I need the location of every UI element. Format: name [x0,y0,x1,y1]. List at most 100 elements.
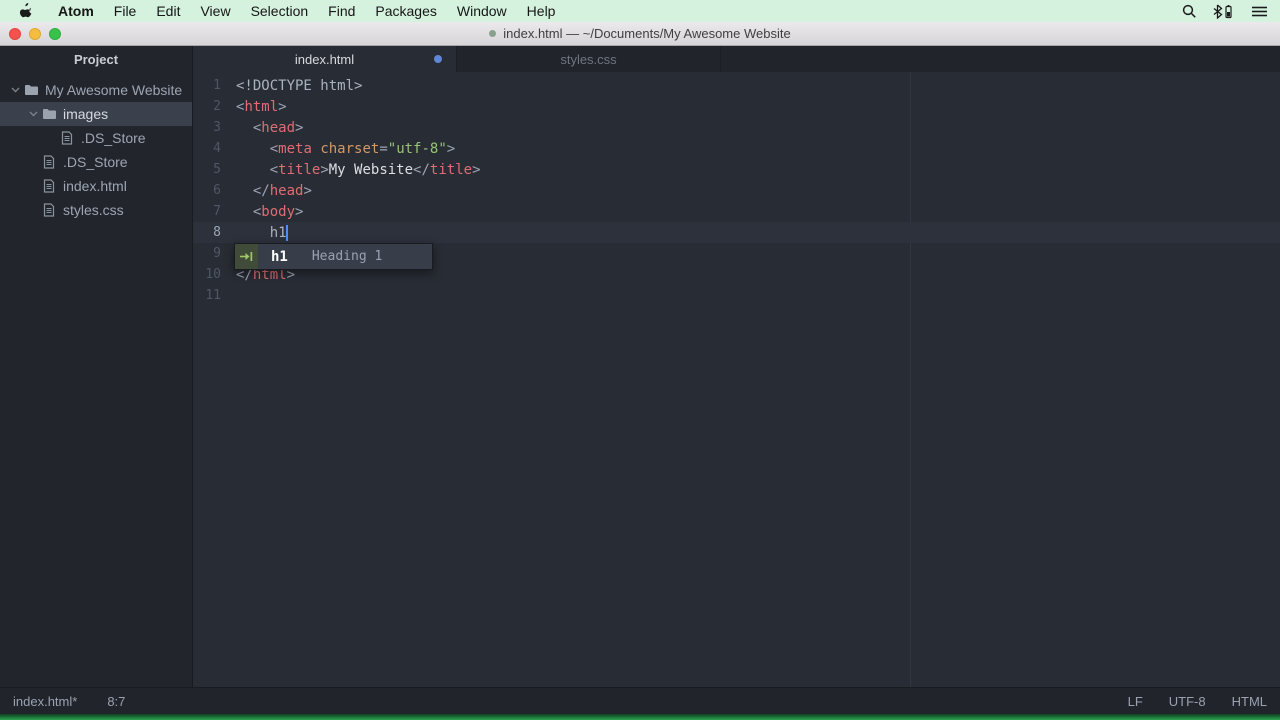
tab-index-html[interactable]: index.html [193,46,457,72]
status-utf-8[interactable]: UTF-8 [1169,694,1206,709]
autocomplete-popup[interactable]: h1 Heading 1 [234,243,433,270]
file-icon [41,179,57,193]
code-text: <html> [221,99,287,115]
code-text: <title>My Website</title> [221,162,481,178]
chevron-down-icon [8,87,23,93]
project-panel-header: Project [0,46,192,72]
macos-menu-bar: AtomFileEditViewSelectionFindPackagesWin… [0,0,1280,22]
apple-icon[interactable] [20,3,36,19]
line-number: 4 [193,141,221,156]
code-token: > [320,162,328,178]
tree-item-label: index.html [63,178,127,194]
menu-atom[interactable]: Atom [48,0,104,22]
code-token: < [236,120,261,136]
code-line-4[interactable]: 4 <meta charset="utf-8"> [193,138,1280,159]
line-number: 1 [193,78,221,93]
code-token: > [295,120,303,136]
code-line-6[interactable]: 6 </head> [193,180,1280,201]
status-cursor-position[interactable]: 8:7 [107,694,125,709]
code-line-5[interactable]: 5 <title>My Website</title> [193,159,1280,180]
line-number: 11 [193,288,221,303]
tab-bar: index.html styles.css [193,46,1280,72]
code-line-11[interactable]: 11 [193,285,1280,306]
menu-edit[interactable]: Edit [146,0,190,22]
tree-item-images[interactable]: images [0,102,192,126]
line-number: 7 [193,204,221,219]
video-progress-bar[interactable] [0,714,1280,720]
text-editor[interactable]: 1<!DOCTYPE html>2<html>3 <head>4 <meta c… [193,72,1280,687]
menu-find[interactable]: Find [318,0,365,22]
tab-label: styles.css [560,52,616,67]
code-token: title [278,162,320,178]
status-bar: index.html* 8:7 LF UTF-8 HTML [0,687,1280,714]
menu-view[interactable]: View [190,0,240,22]
code-token: head [261,120,295,136]
code-token: </ [236,183,270,199]
code-lines: 1<!DOCTYPE html>2<html>3 <head>4 <meta c… [193,72,1280,306]
code-line-2[interactable]: 2<html> [193,96,1280,117]
menu-window[interactable]: Window [447,0,517,22]
status-html[interactable]: HTML [1232,694,1267,709]
autocomplete-description: Heading 1 [312,249,382,264]
code-line-1[interactable]: 1 <!DOCTYPE html> [193,75,1280,96]
notification-list-icon[interactable] [1251,5,1268,18]
chevron-down-icon [26,111,41,117]
tree-item-label: images [63,106,108,122]
code-token: body [261,204,295,220]
code-text: <!DOCTYPE html> [221,78,362,94]
code-token: html [244,99,278,115]
tree-item-ds-store[interactable]: .DS_Store [0,150,192,174]
document-proxy-icon [489,30,496,37]
window-title: index.html — ~/Documents/My Awesome Webs… [503,26,790,41]
code-token: < [236,141,278,157]
code-line-3[interactable]: 3 <head> [193,117,1280,138]
tree-item-styles-css[interactable]: styles.css [0,198,192,222]
tree-item-index-html[interactable]: index.html [0,174,192,198]
bluetooth-battery-icon[interactable] [1213,4,1235,19]
line-number: 3 [193,120,221,135]
menu-file[interactable]: File [104,0,147,22]
menu-help[interactable]: Help [517,0,566,22]
code-line-8[interactable]: 8 h1 [193,222,1280,243]
code-token: head [270,183,304,199]
tab-styles-css[interactable]: styles.css [457,46,721,72]
menu-selection[interactable]: Selection [241,0,319,22]
line-number: 8 [193,225,221,240]
autocomplete-match: h1 [271,249,288,265]
search-icon[interactable] [1182,4,1197,19]
line-number: 6 [193,183,221,198]
snippet-tab-arrow-icon [235,244,258,269]
status-right-items: LF UTF-8 HTML [1128,694,1267,709]
code-token: meta [278,141,312,157]
project-tree-panel: Project My Awesome Website images .DS_Stor… [0,46,193,687]
code-token: <!DOCTYPE html> [236,78,362,94]
tree-item-label: styles.css [63,202,124,218]
window-title-bar[interactable]: index.html — ~/Documents/My Awesome Webs… [0,22,1280,46]
tab-modified-dot-icon [434,55,442,63]
code-token: > [278,99,286,115]
code-line-7[interactable]: 7 <body> [193,201,1280,222]
file-tree: My Awesome Website images .DS_Store.DS_Sto… [0,78,192,222]
line-number: 2 [193,99,221,114]
folder-icon [23,84,39,96]
code-text: </head> [221,183,312,199]
tree-item-ds-store[interactable]: .DS_Store [0,126,192,150]
tab-label: index.html [295,52,354,67]
code-token: < [236,162,278,178]
code-token: h1 [236,225,287,241]
status-lf[interactable]: LF [1128,694,1143,709]
code-text: <body> [221,204,303,220]
code-token: My Website [329,162,413,178]
code-token: < [236,204,261,220]
menu-packages[interactable]: Packages [365,0,446,22]
line-number: 10 [193,267,221,282]
code-token: > [447,141,455,157]
line-number: 9 [193,246,221,261]
text-cursor [286,225,288,241]
code-token: > [295,204,303,220]
tree-item-my-awesome-website[interactable]: My Awesome Website [0,78,192,102]
file-icon [41,203,57,217]
file-icon [41,155,57,169]
code-text: h1 [221,225,288,241]
status-filename[interactable]: index.html* [13,694,77,709]
